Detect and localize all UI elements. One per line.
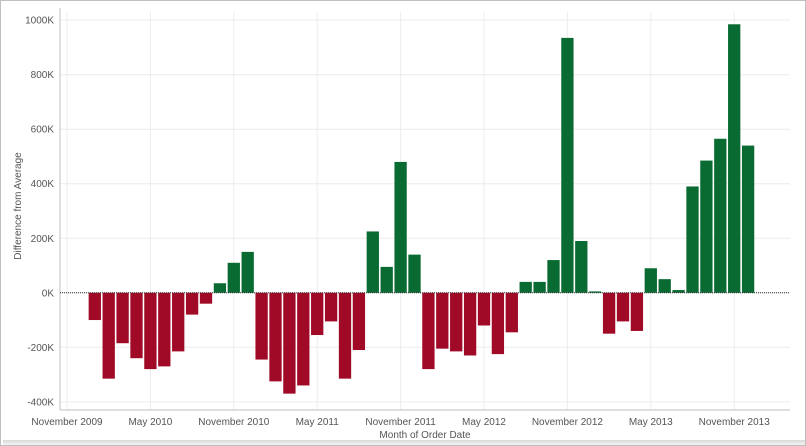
y-tick-labels: 1000K 800K 600K 400K 200K 0K -200K -400K <box>25 16 54 409</box>
y-tick-label: 200K <box>31 234 55 245</box>
bar-negative <box>130 292 143 359</box>
bar-negative <box>185 292 199 315</box>
bar-negative <box>436 292 449 349</box>
bar-negative <box>450 292 463 352</box>
y-tick-label: 1000K <box>25 16 54 27</box>
x-tick-label: May 2010 <box>128 417 172 428</box>
bar-positive <box>227 262 240 293</box>
y-tick-label: -400K <box>27 397 54 408</box>
bar-negative <box>630 292 644 331</box>
difference-from-average-chart: 1000K 800K 600K 400K 200K 0K -200K -400K Novemb… <box>13 8 790 441</box>
x-tick-labels: November 2009 May 2010 November 2010 May 20… <box>31 417 770 428</box>
x-tick-label: May 2013 <box>629 417 673 428</box>
bar-positive <box>728 24 741 293</box>
bar-negative <box>477 292 491 326</box>
bar-negative <box>616 292 630 322</box>
x-tick-label: November 2010 <box>198 417 270 428</box>
bar-negative <box>158 292 171 367</box>
bar-negative <box>88 292 101 321</box>
bar-positive <box>408 254 421 293</box>
bar-positive <box>575 240 588 293</box>
bar-negative <box>255 292 268 360</box>
bar-positive <box>658 279 671 293</box>
bar-negative <box>491 292 505 355</box>
bar-positive <box>394 161 407 293</box>
bar-positive <box>533 281 546 293</box>
bar-negative <box>172 292 185 352</box>
bar-positive <box>547 260 560 293</box>
x-axis-label: Month of Order Date <box>379 430 471 441</box>
bar-positive <box>714 138 727 293</box>
bar-positive <box>519 281 532 293</box>
bar-positive <box>380 266 393 293</box>
x-tick-label: November 2013 <box>699 417 771 428</box>
bar-positive <box>686 186 699 293</box>
bar-negative <box>422 292 435 370</box>
x-tick-label: May 2011 <box>296 417 340 428</box>
y-tick-label: 600K <box>31 125 55 136</box>
bar-positive <box>644 268 657 293</box>
bar-positive <box>213 283 227 293</box>
bar-negative <box>338 292 352 379</box>
bar-positive <box>741 145 755 293</box>
y-tick-label: -200K <box>27 343 54 354</box>
bar-negative <box>352 292 366 351</box>
y-axis-label: Difference from Average <box>13 152 24 260</box>
x-tick-label: November 2011 <box>365 417 436 428</box>
bar-negative <box>199 292 213 304</box>
y-tick-label: 0K <box>42 288 55 299</box>
bars <box>88 24 755 394</box>
bar-negative <box>144 292 157 370</box>
bar-negative <box>116 292 129 344</box>
bar-negative <box>297 292 310 386</box>
bar-negative <box>269 292 282 382</box>
y-tick-label: 800K <box>31 70 55 81</box>
bar-negative <box>324 292 338 322</box>
bar-negative <box>311 292 324 336</box>
y-tick-label: 400K <box>31 179 55 190</box>
x-tick-label: November 2009 <box>31 417 103 428</box>
bar-positive <box>700 160 713 293</box>
bar-negative <box>505 292 518 333</box>
bar-positive <box>241 251 254 293</box>
bar-negative <box>283 292 296 394</box>
x-tick-label: May 2012 <box>462 417 506 428</box>
x-tick-label: November 2012 <box>532 417 604 428</box>
bar-negative <box>102 292 115 379</box>
bar-positive <box>366 231 379 293</box>
bar-positive <box>561 37 574 293</box>
bar-negative <box>463 292 477 356</box>
bar-negative <box>602 292 616 334</box>
